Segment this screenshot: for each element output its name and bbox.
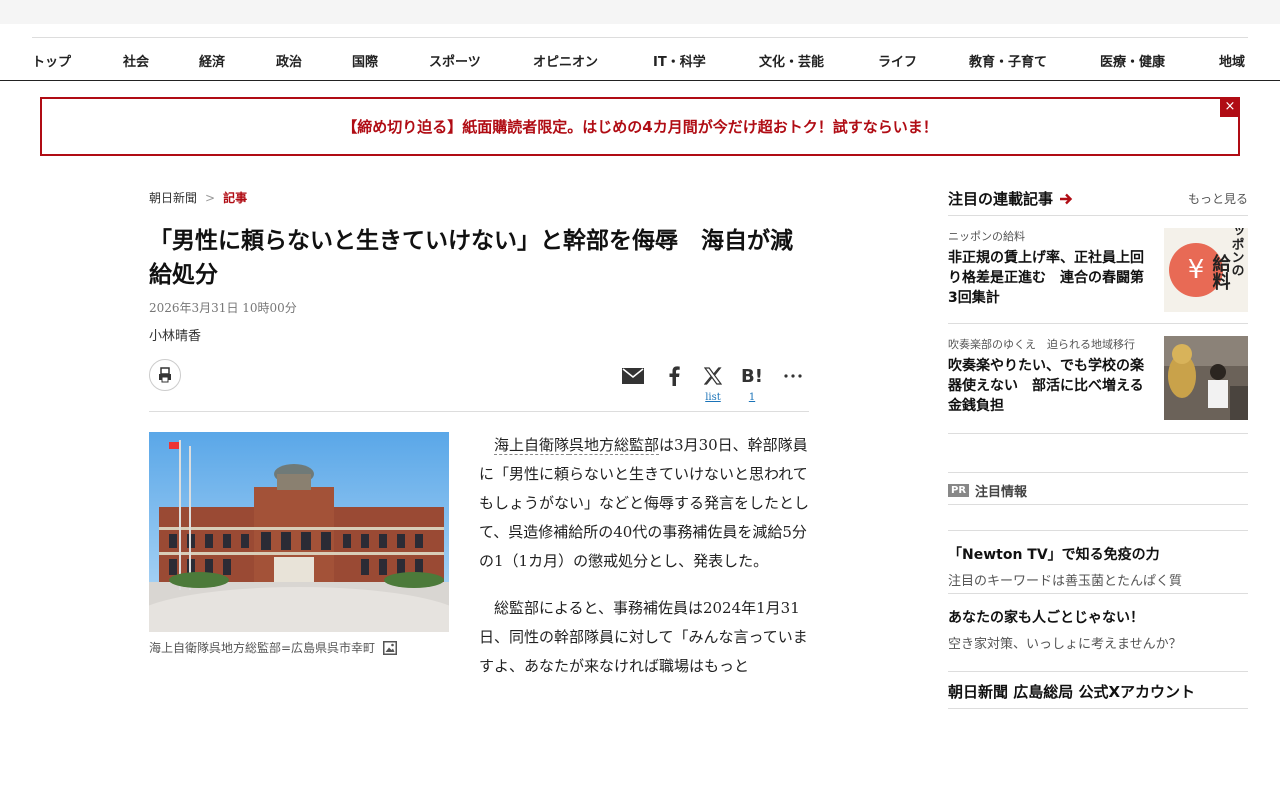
printer-icon (159, 367, 171, 383)
share-facebook-button[interactable] (662, 364, 686, 388)
nav-item-culture[interactable]: 文化・芸能 (759, 51, 824, 70)
more-link[interactable]: もっと見る (1188, 190, 1248, 207)
sidebar-divider (948, 671, 1248, 672)
nav-item-top[interactable]: トップ (32, 51, 71, 70)
breadcrumb-home[interactable]: 朝日新聞 (149, 191, 197, 205)
nav-divider (0, 80, 1280, 81)
nav-item-international[interactable]: 国際 (352, 51, 378, 70)
article-photo[interactable] (149, 432, 449, 632)
pr-item-subtitle: 空き家対策、いっしょに考えませんか？ (948, 637, 1182, 652)
breadcrumb-separator: > (205, 191, 216, 205)
share-more-button[interactable] (781, 364, 805, 388)
share-x-count[interactable]: list (701, 392, 725, 403)
print-button[interactable] (149, 359, 181, 391)
breadcrumb: 朝日新聞 > 記事 (149, 189, 247, 206)
more-dots-icon (784, 374, 802, 378)
share-mail-button[interactable] (621, 364, 645, 388)
pr-item-title: あなたの家も人ごとじゃない！ (948, 610, 1144, 626)
breadcrumb-current[interactable]: 記事 (223, 191, 247, 205)
featured-article-2[interactable]: 吹奏楽部のゆくえ 迫られる地域移行 吹奏楽やりたい、でも学校の楽器使えない 部活… (948, 336, 1248, 420)
featured-thumbnail[interactable] (1164, 336, 1248, 420)
nav-item-region[interactable]: 地域 (1219, 51, 1245, 70)
x-account-link[interactable]: 朝日新聞 広島総局 公式Xアカウント (948, 681, 1195, 702)
article-paragraph-text: は3月30日、幹部隊員に「男性に頼らないと生きていけないと思われてもしょうがない… (479, 436, 810, 570)
featured-headline: 非正規の賃上げ率、正社員上回り格差是正進む 連合の春闘第3回集計 (948, 250, 1144, 306)
keyword-link-jmsdf[interactable]: 海上自衛隊 (494, 436, 570, 455)
promo-banner-text[interactable]: 【締め切り迫る】紙面購読者限定。はじめの4カ月間が今だけ超おトク！試すならいま！ (342, 116, 937, 137)
svg-text:¥: ¥ (1188, 255, 1205, 285)
category-nav: トップ 社会 経済 政治 国際 スポーツ オピニオン IT・科学 文化・芸能 ラ… (32, 37, 1248, 81)
featured-series-title-text: 注目の連載記事 (948, 190, 1054, 208)
share-hatena-count[interactable]: 1 (740, 392, 764, 403)
sidebar-divider (948, 215, 1248, 216)
featured-headline: 吹奏楽やりたい、でも学校の楽器使えない 部活に比べ増える金銭負担 (948, 358, 1144, 414)
facebook-icon (669, 366, 680, 386)
nav-item-society[interactable]: 社会 (123, 51, 149, 70)
svg-text:給料: 給料 (1210, 253, 1231, 291)
pr-item-2[interactable]: あなたの家も人ごとじゃない！ 空き家対策、いっしょに考えませんか？ (948, 607, 1248, 652)
share-divider (149, 411, 809, 412)
article-title: 「男性に頼らないと生きていけない」と幹部を侮辱 海自が減給処分 (149, 228, 793, 288)
mail-icon (622, 368, 644, 384)
share-hatena-button[interactable]: B! (740, 364, 764, 388)
sidebar-divider (948, 708, 1248, 709)
sidebar-divider (948, 323, 1248, 324)
nav-item-politics[interactable]: 政治 (276, 51, 302, 70)
article-author[interactable]: 小林晴香 (149, 325, 201, 344)
top-band (0, 0, 1280, 24)
pr-item-1[interactable]: 「Newton TV」で知る免疫の力 注目のキーワードは善玉菌とたんぱく質 (948, 544, 1248, 589)
nav-item-education[interactable]: 教育・子育て (969, 51, 1047, 70)
sidebar-divider (948, 472, 1248, 473)
nav-item-opinion[interactable]: オピニオン (533, 51, 598, 70)
pr-item-title: 「Newton TV」で知る免疫の力 (948, 547, 1160, 563)
article-body: 海上自衛隊呉地方総監部は3月30日、幹部隊員に「男性に頼らないと生きていけないと… (479, 431, 811, 699)
close-icon[interactable]: × (1220, 97, 1240, 117)
nav-item-life[interactable]: ライフ (878, 51, 917, 70)
featured-series-header: 注目の連載記事 もっと見る (948, 188, 1248, 209)
hatena-bookmark-icon: B! (741, 365, 763, 387)
article-paragraph: 総監部によると、事務補佐員は2024年1月31日、同性の幹部隊員に対して「みんな… (479, 599, 808, 675)
image-gallery-icon[interactable] (383, 640, 398, 655)
pr-item-subtitle: 注目のキーワードは善玉菌とたんぱく質 (948, 574, 1183, 589)
nav-item-it-science[interactable]: IT・科学 (653, 51, 706, 70)
featured-thumbnail[interactable]: ¥ ニッポンの 給料 (1164, 228, 1248, 312)
x-logo-icon (704, 367, 722, 385)
arrow-right-icon (1060, 193, 1073, 204)
keyword-link-kure[interactable]: 呉地方総監部 (569, 436, 660, 455)
pr-header: PR 注目情報 (948, 481, 1027, 500)
sidebar-divider (948, 433, 1248, 434)
sidebar-divider (948, 504, 1248, 505)
photo-caption-text: 海上自衛隊呉地方総監部=広島県呉市幸町 (149, 641, 376, 655)
thumbnail-logo-text: ニッポンの (1229, 228, 1245, 277)
featured-series-title[interactable]: 注目の連載記事 (948, 188, 1073, 209)
nav-item-health[interactable]: 医療・健康 (1100, 51, 1165, 70)
sidebar-divider (948, 530, 1248, 531)
share-x-button[interactable] (701, 364, 725, 388)
photo-caption: 海上自衛隊呉地方総監部=広島県呉市幸町 (149, 639, 398, 656)
nav-item-sports[interactable]: スポーツ (429, 51, 481, 70)
pr-title: 注目情報 (975, 485, 1028, 500)
article-paragraph: 海上自衛隊呉地方総監部は3月30日、幹部隊員に「男性に頼らないと生きていけないと… (479, 431, 811, 576)
pr-badge: PR (948, 484, 970, 497)
nav-item-economy[interactable]: 経済 (199, 51, 225, 70)
sidebar-divider (948, 593, 1248, 594)
featured-article-1[interactable]: ニッポンの給料 非正規の賃上げ率、正社員上回り格差是正進む 連合の春闘第3回集計… (948, 228, 1248, 312)
promo-banner[interactable]: 【締め切り迫る】紙面購読者限定。はじめの4カ月間が今だけ超おトク！試すならいま！… (40, 97, 1240, 156)
article-date: 2026年3月31日 10時00分 (149, 301, 297, 315)
